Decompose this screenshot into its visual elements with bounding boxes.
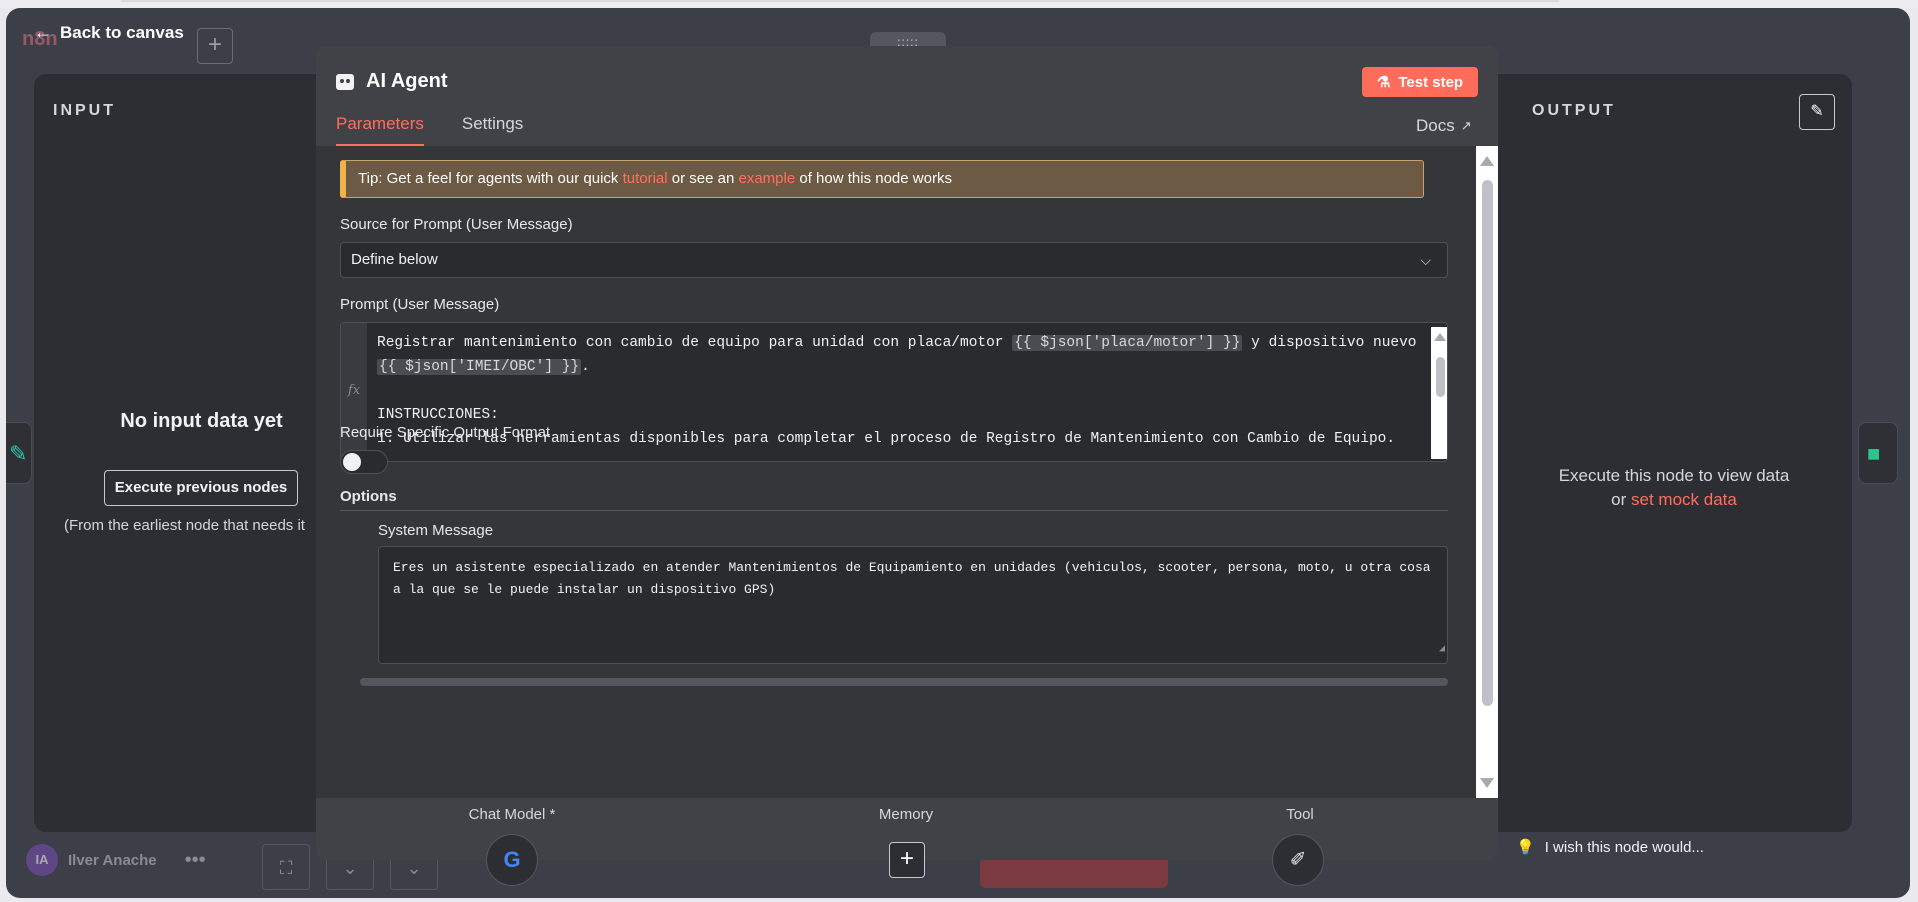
- require-format-label: Require Specific Output Format: [340, 424, 551, 441]
- output-panel-title: OUTPUT: [1532, 102, 1616, 119]
- arrow-left-icon: ←: [34, 22, 52, 42]
- modal-tabs: Parameters Settings: [336, 114, 523, 146]
- node-settings-modal: AI Agent ⚗ Test step Parameters Settings…: [316, 46, 1498, 860]
- feedback-wish[interactable]: 💡 I wish this node would...: [1516, 838, 1704, 857]
- input-panel: INPUT No input data yet Execute previous…: [34, 74, 324, 832]
- scroll-up-icon[interactable]: [1434, 333, 1446, 341]
- prompt-expression: {{ $json['IMEI/OBC'] }}: [377, 359, 582, 375]
- test-step-button[interactable]: ⚗ Test step: [1362, 67, 1478, 97]
- content-bottom-strip: [360, 678, 1448, 686]
- more-icon[interactable]: •••: [185, 849, 206, 872]
- system-message-input[interactable]: Eres un asistente especializado en atend…: [378, 546, 1448, 664]
- canvas-add-button[interactable]: +: [197, 28, 233, 64]
- scroll-thumb[interactable]: [1482, 180, 1493, 706]
- set-mock-data-link[interactable]: set mock data: [1631, 490, 1737, 509]
- modal-title: AI Agent: [336, 70, 447, 93]
- output-empty-message: Execute this node to view data or set mo…: [1496, 464, 1852, 512]
- prompt-line: INSTRUCCIONES:: [377, 407, 499, 423]
- tab-settings[interactable]: Settings: [462, 114, 523, 146]
- add-memory-button[interactable]: +: [889, 842, 925, 878]
- node-icon: ✎: [9, 441, 28, 466]
- scroll-thumb[interactable]: [1436, 357, 1445, 397]
- avatar: IA: [26, 844, 58, 876]
- source-prompt-label: Source for Prompt (User Message): [340, 216, 573, 233]
- toggle-knob: [343, 453, 361, 471]
- pencil-icon: ✎: [1810, 103, 1824, 120]
- robot-icon: [336, 73, 354, 90]
- prompt-scrollbar[interactable]: [1431, 327, 1447, 459]
- browser-top-strip: [0, 0, 1918, 8]
- tab-parameters[interactable]: Parameters: [336, 114, 424, 146]
- fit-view-button[interactable]: ⛶: [262, 844, 310, 890]
- input-note: (From the earliest node that needs it: [64, 517, 305, 534]
- scroll-up-icon[interactable]: [1480, 156, 1494, 166]
- system-message-text: Eres un asistente especializado en atend…: [393, 560, 1431, 597]
- left-node-handle[interactable]: ✎: [6, 422, 32, 484]
- docs-link[interactable]: Docs ↗: [1416, 116, 1472, 136]
- output-message-line: Execute this node to view data: [1558, 466, 1790, 485]
- source-prompt-select[interactable]: Define below ⌵: [340, 242, 1448, 278]
- content-scrollbar[interactable]: [1476, 146, 1498, 798]
- require-format-toggle[interactable]: [340, 450, 388, 474]
- resize-handle-icon[interactable]: ◢: [1439, 639, 1445, 661]
- node-icon: ■: [1867, 441, 1881, 466]
- canvas-user[interactable]: IA Ilver Anache •••: [26, 844, 206, 876]
- parameters-content: Tip: Get a feel for agents with our quic…: [316, 146, 1476, 798]
- options-divider: [340, 510, 1448, 511]
- user-name: Ilver Anache: [68, 851, 157, 869]
- prompt-label: Prompt (User Message): [340, 296, 500, 313]
- back-to-canvas-link[interactable]: ← Back to canvas: [34, 22, 184, 43]
- sub-node-connectors: Chat Model * Memory Tool G + ✐: [316, 806, 1498, 886]
- output-or-text: or: [1611, 490, 1627, 509]
- test-step-label: Test step: [1398, 73, 1464, 91]
- external-link-icon: ↗: [1460, 118, 1472, 133]
- options-title: Options: [340, 488, 397, 505]
- scroll-down-icon[interactable]: [1480, 778, 1494, 788]
- right-node-handle[interactable]: ■: [1858, 422, 1898, 484]
- tip-callout: Tip: Get a feel for agents with our quic…: [340, 160, 1424, 198]
- wish-label: I wish this node would...: [1544, 838, 1704, 856]
- tutorial-link[interactable]: tutorial: [623, 170, 668, 187]
- google-icon[interactable]: G: [486, 834, 538, 886]
- tip-text: Tip: Get a feel for agents with our quic…: [358, 170, 619, 187]
- tool-label: Tool: [1286, 806, 1314, 823]
- prompt-line: y dispositivo nuevo: [1251, 335, 1417, 351]
- prompt-editor[interactable]: fx Registrar mantenimiento con cambio de…: [340, 322, 1448, 462]
- execute-previous-nodes-button[interactable]: Execute previous nodes: [104, 470, 298, 506]
- output-panel: OUTPUT Execute this node to view data or…: [1496, 74, 1852, 832]
- memory-label: Memory: [878, 806, 934, 823]
- modal-title-text: AI Agent: [366, 70, 448, 92]
- prompt-line: Registrar mantenimiento con cambio de eq…: [377, 335, 1004, 351]
- chat-model-label: Chat Model *: [468, 806, 556, 823]
- lightbulb-icon: 💡: [1516, 839, 1535, 856]
- system-message-label: System Message: [378, 522, 494, 539]
- fx-icon: fx: [341, 323, 367, 461]
- chevron-down-icon: ⌵: [1420, 252, 1431, 268]
- back-to-canvas-label: Back to canvas: [60, 22, 184, 42]
- example-link[interactable]: example: [739, 170, 796, 187]
- docs-label: Docs: [1416, 116, 1455, 135]
- input-panel-title: INPUT: [53, 102, 116, 119]
- flask-icon: ⚗: [1376, 74, 1391, 91]
- tip-text: or see an: [671, 170, 735, 187]
- browser-address-pill: [120, 0, 1560, 2]
- prompt-expression: {{ $json['placa/motor'] }}: [1012, 335, 1243, 351]
- tip-text: of how this node works: [799, 170, 952, 187]
- edit-output-button[interactable]: ✎: [1799, 94, 1835, 130]
- tool-icon[interactable]: ✐: [1272, 834, 1324, 886]
- source-prompt-value: Define below: [351, 251, 438, 268]
- prompt-line: .: [581, 359, 590, 375]
